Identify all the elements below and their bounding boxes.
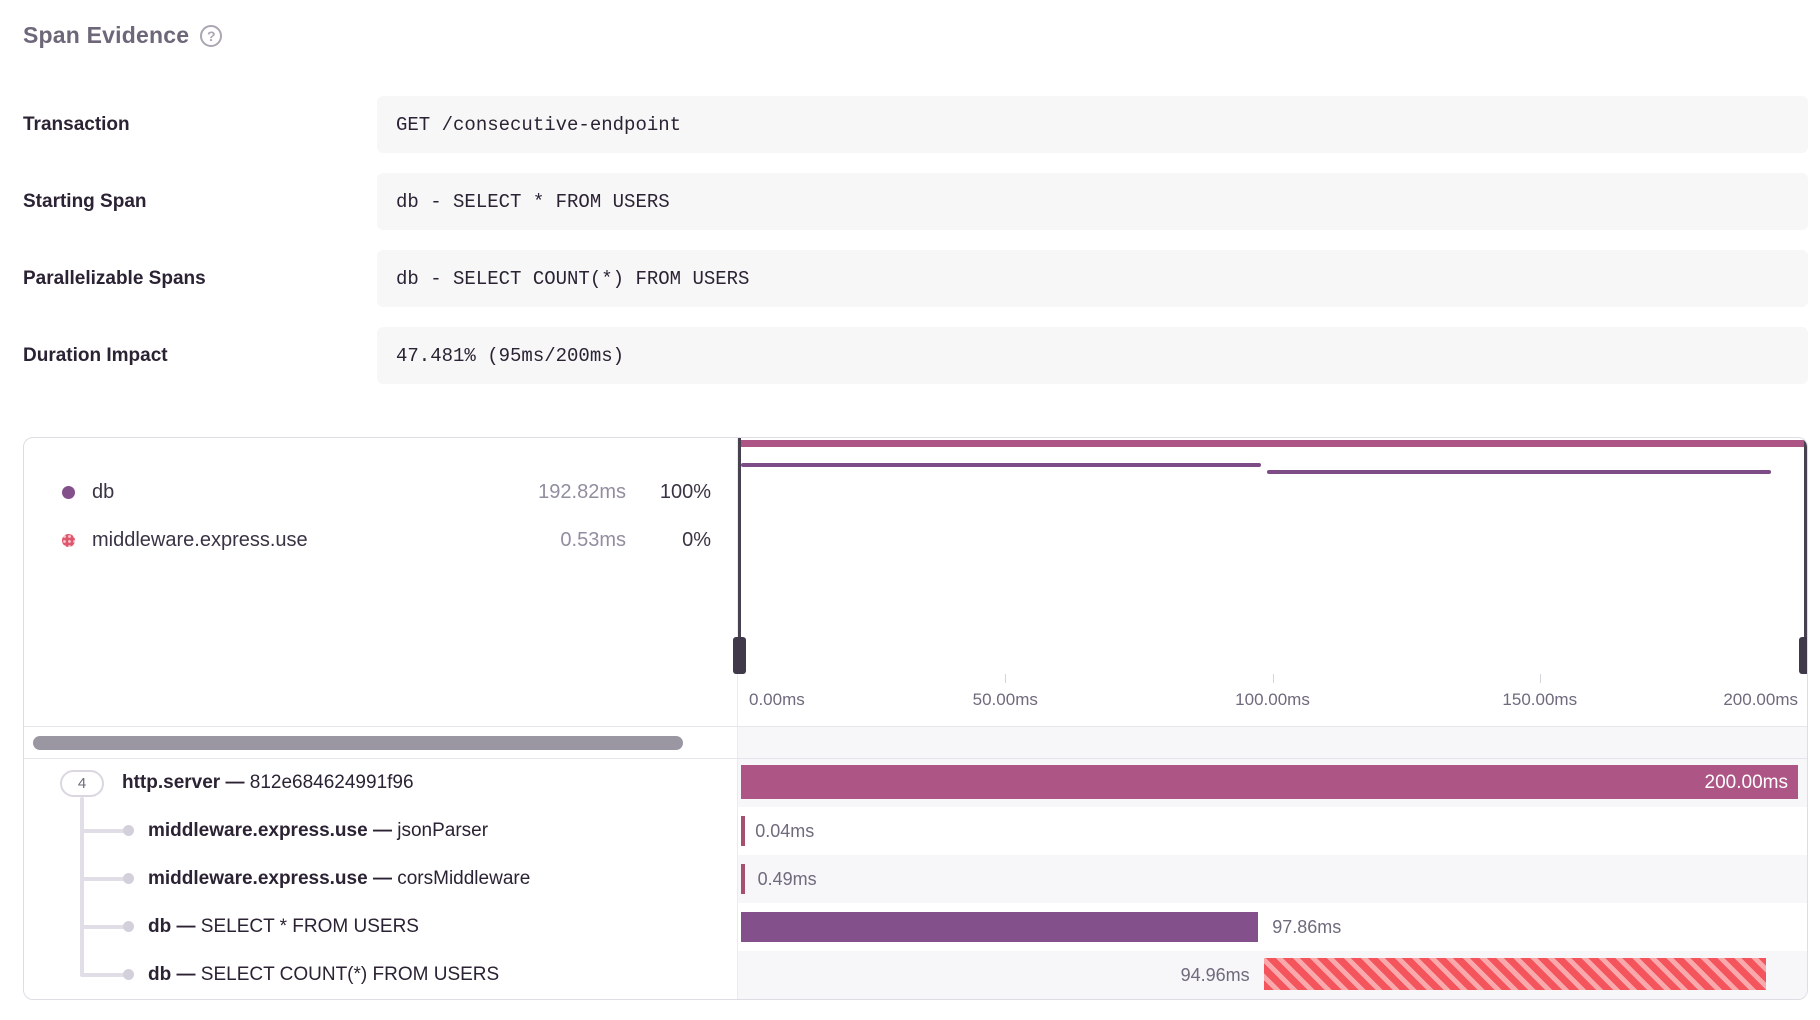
field-row-starting-span: Starting Span db - SELECT * FROM USERS	[23, 173, 1808, 230]
tick-mark	[1273, 674, 1274, 683]
span-waterfall-card: db 192.82ms 100% middleware.express.use …	[23, 437, 1808, 1000]
scrollbar-row	[24, 727, 1807, 758]
waterfall-row-db-count: 94.96ms	[738, 951, 1807, 999]
span-description: jsonParser	[397, 820, 488, 841]
span-duration-label: 200.00ms	[1705, 759, 1788, 807]
axis-tick-label: 150.00ms	[1502, 690, 1577, 710]
tick-mark	[1005, 674, 1006, 683]
dash-separator: —	[225, 772, 244, 793]
span-waterfall: 200.00ms 0.04ms 0.49ms 97.86ms	[738, 759, 1807, 999]
span-bar-db-select[interactable]	[741, 912, 1258, 942]
span-evidence-page: Span Evidence ? Transaction GET /consecu…	[0, 0, 1820, 1020]
span-row-db-count: db — SELECT COUNT(*) FROM USERS	[24, 951, 737, 999]
axis-tick-label: 100.00ms	[1235, 690, 1310, 710]
legend-op: db	[92, 481, 496, 504]
span-name: middleware.express.use — corsMiddleware	[148, 868, 530, 890]
field-label: Starting Span	[23, 191, 377, 213]
dash-separator: —	[177, 916, 196, 937]
bar-track: 0.49ms	[741, 855, 1798, 903]
span-bar-jsonparser[interactable]	[741, 816, 745, 846]
span-tree: 4 http.server — 812e684624991f96 middlew…	[24, 759, 737, 999]
legend-duration: 192.82ms	[496, 481, 626, 504]
op-legend: db 192.82ms 100% middleware.express.use …	[24, 468, 737, 564]
span-duration-label: 97.86ms	[1272, 903, 1341, 951]
tick-mark	[1540, 674, 1541, 683]
minimap-left-handle[interactable]	[738, 438, 741, 674]
field-row-transaction: Transaction GET /consecutive-endpoint	[23, 96, 1808, 153]
span-name: middleware.express.use — jsonParser	[148, 820, 488, 842]
legend-duration: 0.53ms	[496, 529, 626, 552]
minimap-left-grip[interactable]	[733, 637, 746, 674]
minimap-right-grip[interactable]	[1799, 637, 1808, 674]
span-bar-corsmiddleware[interactable]	[741, 864, 745, 894]
dash-separator: —	[373, 868, 392, 889]
bar-track: 94.96ms	[741, 951, 1798, 999]
db-legend-dot-icon	[62, 486, 75, 499]
section-header: Span Evidence ?	[23, 22, 222, 49]
waterfall-row-corsmiddleware: 0.49ms	[738, 855, 1807, 903]
span-description: SELECT * FROM USERS	[201, 916, 419, 937]
field-row-parallelizable-spans: Parallelizable Spans db - SELECT COUNT(*…	[23, 250, 1808, 307]
span-bar-http-server[interactable]	[741, 765, 1798, 799]
bar-track: 0.04ms	[741, 807, 1798, 855]
middleware-legend-dot-icon	[62, 534, 75, 547]
span-name: db — SELECT COUNT(*) FROM USERS	[148, 964, 499, 986]
field-label: Parallelizable Spans	[23, 268, 377, 290]
minimap-span-db-select	[741, 463, 1261, 467]
dash-separator: —	[373, 820, 392, 841]
waterfall-row-db-select: 97.86ms	[738, 903, 1807, 951]
scrollbar-row-right-fill	[738, 727, 1807, 758]
time-axis: 0.00ms 50.00ms 100.00ms 150.00ms 200.00m…	[738, 674, 1807, 726]
field-row-duration-impact: Duration Impact 47.481% (95ms/200ms)	[23, 327, 1808, 384]
parallelizable-spans-value: db - SELECT COUNT(*) FROM USERS	[377, 250, 1808, 307]
span-row-db-select: db — SELECT * FROM USERS	[24, 903, 737, 951]
field-label: Duration Impact	[23, 345, 377, 367]
minimap-track	[741, 438, 1804, 674]
minimap-span-db-count	[1267, 470, 1772, 474]
help-icon[interactable]: ?	[200, 25, 222, 47]
dash-separator: —	[177, 964, 196, 985]
page-title: Span Evidence	[23, 22, 189, 49]
minimap-span-http-server	[741, 440, 1804, 447]
transaction-value: GET /consecutive-endpoint	[377, 96, 1808, 153]
span-description: SELECT COUNT(*) FROM USERS	[201, 964, 499, 985]
axis-tick-label: 0.00ms	[749, 690, 805, 710]
evidence-fields: Transaction GET /consecutive-endpoint St…	[23, 96, 1808, 404]
horizontal-scrollbar[interactable]	[33, 736, 683, 750]
bar-track: 200.00ms	[741, 759, 1798, 807]
span-bar-db-count-affected[interactable]	[1264, 958, 1766, 990]
axis-tick-label: 50.00ms	[973, 690, 1038, 710]
span-duration-label: 0.49ms	[758, 855, 817, 903]
legend-item-db: db 192.82ms 100%	[24, 468, 737, 516]
axis-tick-label: 200.00ms	[1723, 690, 1798, 710]
legend-item-middleware: middleware.express.use 0.53ms 0%	[24, 516, 737, 564]
legend-percent: 0%	[626, 529, 711, 552]
span-description: corsMiddleware	[397, 868, 530, 889]
waterfall-row-http-server: 200.00ms	[738, 759, 1807, 807]
minimap-right-handle[interactable]	[1804, 438, 1807, 674]
span-duration-label: 0.04ms	[755, 807, 814, 855]
legend-percent: 100%	[626, 481, 711, 504]
span-duration-label: 94.96ms	[1181, 951, 1250, 999]
waterfall-row-jsonparser: 0.04ms	[738, 807, 1807, 855]
span-name: http.server — 812e684624991f96	[122, 772, 414, 794]
span-row-http-server: 4 http.server — 812e684624991f96	[24, 759, 737, 807]
trace-minimap[interactable]	[738, 438, 1807, 674]
span-row-jsonparser: middleware.express.use — jsonParser	[24, 807, 737, 855]
field-label: Transaction	[23, 114, 377, 136]
child-count-badge[interactable]: 4	[60, 770, 104, 797]
span-description: 812e684624991f96	[250, 772, 414, 793]
bar-track: 97.86ms	[741, 903, 1798, 951]
span-name: db — SELECT * FROM USERS	[148, 916, 419, 938]
starting-span-value: db - SELECT * FROM USERS	[377, 173, 1808, 230]
legend-op: middleware.express.use	[92, 529, 496, 552]
duration-impact-value: 47.481% (95ms/200ms)	[377, 327, 1808, 384]
span-row-corsmiddleware: middleware.express.use — corsMiddleware	[24, 855, 737, 903]
